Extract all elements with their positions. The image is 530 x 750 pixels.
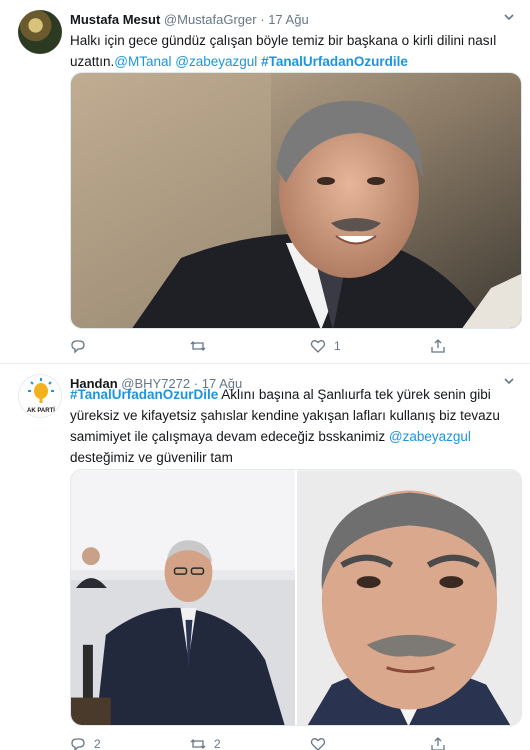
tweet-text-plain: desteğimiz ve güvenilir tam xyxy=(70,450,233,465)
reply-icon xyxy=(71,340,85,354)
tweet-text: Halkı için gece gündüz çalışan böyle tem… xyxy=(70,30,520,72)
mention-link[interactable]: @zabeyazgul xyxy=(389,429,471,444)
share-button[interactable] xyxy=(430,336,490,356)
share-icon xyxy=(431,737,445,750)
user-name[interactable]: Mustafa Mesut xyxy=(70,12,160,27)
user-handle[interactable]: @MustafaGrger xyxy=(164,12,257,27)
heart-icon xyxy=(310,738,326,750)
like-button[interactable]: 1 xyxy=(310,336,430,356)
reply-button[interactable] xyxy=(70,336,190,356)
reply-icon xyxy=(71,738,85,750)
chevron-down-icon[interactable] xyxy=(502,10,516,24)
tweet-actions: 1 xyxy=(70,336,490,356)
retweet-count: 2 xyxy=(214,737,221,750)
tweet-header: Mustafa Mesut @MustafaGrger · 17 Ağu xyxy=(70,12,309,27)
reply-button[interactable]: 2 xyxy=(70,734,190,750)
tweet-photo[interactable] xyxy=(70,72,522,329)
photo-man-portrait[interactable] xyxy=(297,470,521,726)
separator-dot: · xyxy=(260,12,265,27)
tweet-photo-grid xyxy=(70,469,522,726)
share-icon xyxy=(431,339,445,353)
mention-link[interactable]: @zabeyazgul xyxy=(175,54,257,69)
tweet-date[interactable]: 17 Ağu xyxy=(268,12,309,27)
reply-count: 2 xyxy=(94,737,101,750)
like-button[interactable] xyxy=(310,734,430,750)
tweet[interactable]: Mustafa Mesut @MustafaGrger · 17 Ağu Hal… xyxy=(0,0,530,364)
share-button[interactable] xyxy=(430,734,490,750)
retweet-button[interactable] xyxy=(190,336,310,356)
avatar[interactable]: AK PARTİ xyxy=(18,374,62,418)
hashtag-link[interactable]: #TanalUrfadanOzurDile xyxy=(70,387,218,402)
tweet-actions: 2 2 xyxy=(70,734,490,750)
photo-man-speaking[interactable] xyxy=(71,470,295,726)
photo-man-smiling xyxy=(71,73,521,328)
tweet-text: #TanalUrfadanOzurDile Aklını başına al Ş… xyxy=(70,384,520,468)
like-count: 1 xyxy=(334,339,341,353)
heart-icon xyxy=(310,340,326,353)
avatar-label: AK PARTİ xyxy=(27,407,55,414)
akparti-logo: AK PARTİ xyxy=(27,378,55,414)
retweet-icon xyxy=(190,341,206,351)
avatar[interactable] xyxy=(18,10,62,54)
retweet-button[interactable]: 2 xyxy=(190,734,310,750)
hashtag-link[interactable]: #TanalUrfadanOzurdile xyxy=(261,54,408,69)
retweet-icon xyxy=(190,739,206,749)
mention-link[interactable]: @MTanal xyxy=(114,54,171,69)
